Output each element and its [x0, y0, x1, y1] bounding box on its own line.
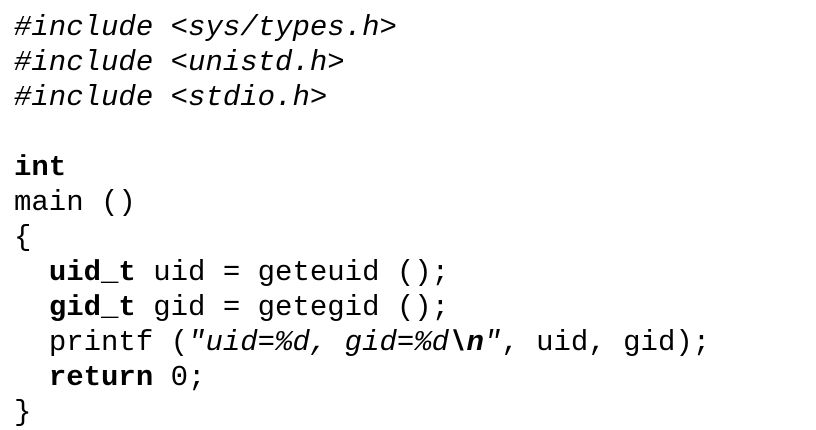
- include-header: <stdio.h>: [170, 81, 328, 114]
- format-string-close: ": [483, 326, 502, 359]
- code-line-function-signature: main (): [14, 185, 710, 220]
- code-line-include-stdio: #include <stdio.h>: [14, 80, 710, 115]
- code-listing: #include <sys/types.h> #include <unistd.h…: [14, 10, 710, 430]
- gid-statement: gid = getegid ();: [135, 291, 450, 324]
- return-keyword: return: [48, 361, 154, 394]
- include-header: <unistd.h>: [170, 46, 345, 79]
- close-brace: }: [14, 396, 32, 429]
- return-type-keyword: int: [14, 151, 67, 184]
- format-string: "uid=%d, gid=%d: [188, 326, 450, 359]
- open-brace: {: [14, 221, 32, 254]
- uid-statement: uid = geteuid ();: [135, 256, 450, 289]
- include-directive: #include: [14, 11, 154, 44]
- printf-arguments: , uid, gid);: [501, 326, 711, 359]
- code-line-include-sys-types: #include <sys/types.h>: [14, 10, 710, 45]
- code-line-uid-declaration: uid_t uid = geteuid ();: [14, 255, 710, 290]
- code-line-include-unistd: #include <unistd.h>: [14, 45, 710, 80]
- code-line-return: return 0;: [14, 360, 710, 395]
- gid-type-keyword: gid_t: [48, 291, 136, 324]
- include-directive: #include: [14, 81, 154, 114]
- include-header: <sys/types.h>: [170, 11, 397, 44]
- include-directive: #include: [14, 46, 154, 79]
- function-signature: main (): [14, 186, 136, 219]
- return-value: 0;: [153, 361, 206, 394]
- code-line-open-brace: {: [14, 220, 710, 255]
- uid-type-keyword: uid_t: [48, 256, 136, 289]
- printf-call: printf (: [48, 326, 189, 359]
- code-line-return-type: int: [14, 150, 710, 185]
- code-line-gid-declaration: gid_t gid = getegid ();: [14, 290, 710, 325]
- newline-escape: \n: [449, 326, 484, 359]
- code-line-printf: printf ("uid=%d, gid=%d\n", uid, gid);: [14, 325, 710, 360]
- code-line-close-brace: }: [14, 395, 710, 430]
